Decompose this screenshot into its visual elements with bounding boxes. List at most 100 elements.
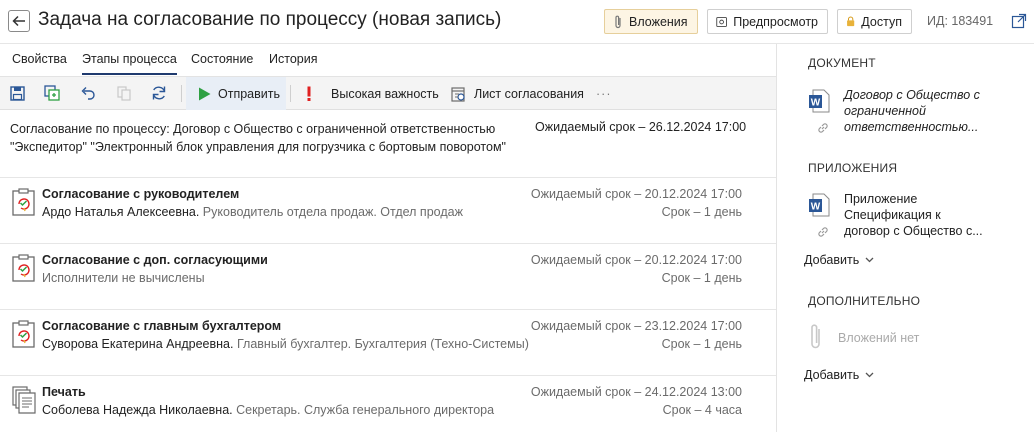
chevron-down-icon — [865, 257, 874, 263]
add-additional-button[interactable]: Добавить — [804, 368, 874, 382]
refresh-button[interactable] — [150, 84, 168, 102]
high-importance-label: Высокая важность — [331, 86, 439, 101]
summary-expected-due: Ожидаемый срок – 26.12.2024 17:00 — [535, 120, 747, 134]
print-documents-icon — [12, 386, 36, 414]
stage-assignee: Исполнители не вычислены — [42, 271, 205, 285]
undo-button[interactable] — [79, 84, 97, 102]
tab-state[interactable]: Состояние — [191, 52, 253, 66]
open-in-new-window-icon[interactable] — [1011, 13, 1027, 29]
summary-text-line1: Согласование по процессу: Договор с Обще… — [10, 122, 496, 136]
stage-term: Срок – 1 день — [661, 205, 742, 219]
link-icon — [818, 123, 828, 133]
tab-history[interactable]: История — [269, 52, 317, 66]
tab-properties[interactable]: Свойства — [12, 52, 67, 66]
approval-icon — [12, 188, 35, 216]
attachments-button[interactable]: Вложения — [604, 9, 698, 34]
stage-term: Срок – 4 часа — [662, 403, 742, 417]
save-copy-icon — [44, 85, 60, 101]
additional-section-heading: ДОПОЛНИТЕЛЬНО — [808, 294, 921, 308]
side-panel: ДОКУМЕНТ W Договор с Общество с ограниче… — [777, 44, 1034, 432]
attachment-title-line: Спецификация к — [844, 208, 941, 222]
assignee-name: Суворова Екатерина Андреевна. — [42, 337, 234, 351]
chevron-down-icon — [865, 372, 874, 378]
access-button[interactable]: Доступ — [837, 9, 912, 34]
save-button[interactable] — [8, 84, 26, 102]
document-title-line: Договор с Общество с — [844, 88, 980, 102]
refresh-icon — [152, 86, 166, 100]
divider — [0, 177, 776, 178]
preview-label: Предпросмотр — [733, 14, 818, 29]
no-attachments-text: Вложений нет — [838, 331, 920, 345]
attachments-section-heading: ПРИЛОЖЕНИЯ — [808, 161, 898, 175]
stage-row[interactable]: Согласование с руководителем Ардо Наталь… — [0, 180, 776, 240]
stage-expected-due: Ожидаемый срок – 23.12.2024 17:00 — [530, 319, 742, 333]
assignee-name: Ардо Наталья Алексеевна. — [42, 205, 200, 219]
divider — [0, 243, 776, 244]
document-title-line: ограниченной — [844, 104, 926, 118]
toolbar-divider — [290, 85, 291, 102]
word-document-icon: W — [809, 89, 830, 113]
svg-text:W: W — [811, 202, 821, 213]
assignee-name: Соболева Надежда Николаевна. — [42, 403, 233, 417]
copy-button[interactable] — [115, 84, 133, 102]
approval-sheet-icon — [451, 86, 465, 102]
divider — [0, 309, 776, 310]
approval-sheet-label: Лист согласования — [474, 86, 584, 101]
document-section-heading: ДОКУМЕНТ — [808, 56, 876, 70]
save-and-close-button[interactable] — [43, 84, 61, 102]
stage-title: Согласование с доп. согласующими — [42, 253, 268, 267]
assignee-role: Главный бухгалтер. Бухгалтерия (Техно-Си… — [233, 337, 529, 351]
approval-icon — [12, 254, 35, 282]
attachment-title-line: Приложение — [844, 192, 918, 206]
word-document-icon: W — [809, 193, 830, 217]
preview-button[interactable]: Предпросмотр — [707, 9, 828, 34]
attachment-document[interactable]: W Приложение Спецификация к договор с Об… — [808, 191, 1023, 241]
stage-row[interactable]: Согласование с главным бухгалтером Сувор… — [0, 312, 776, 372]
send-button[interactable]: Отправить — [186, 77, 286, 110]
stage-assignee: Ардо Наталья Алексеевна. Руководитель от… — [42, 205, 463, 219]
stage-title: Согласование с главным бухгалтером — [42, 319, 282, 333]
stage-assignee: Суворова Екатерина Андреевна. Главный бу… — [42, 337, 529, 351]
svg-text:W: W — [811, 98, 821, 109]
stage-expected-due: Ожидаемый срок – 20.12.2024 17:00 — [530, 253, 742, 267]
approval-sheet-button[interactable]: Лист согласования — [451, 77, 584, 110]
assignee-role: Исполнители не вычислены — [42, 271, 205, 285]
stage-expected-due: Ожидаемый срок – 24.12.2024 13:00 — [530, 385, 742, 399]
play-icon — [199, 87, 211, 100]
attachment-title: Приложение Спецификация к договор с Обще… — [844, 191, 1019, 239]
send-label: Отправить — [218, 86, 280, 101]
access-label: Доступ — [861, 14, 902, 29]
high-importance-button[interactable]: Высокая важность — [306, 77, 439, 110]
arrow-left-icon — [12, 15, 25, 27]
record-id: ИД: 183491 — [927, 14, 994, 28]
paperclip-icon — [811, 324, 820, 349]
main-document[interactable]: W Договор с Общество с ограниченной отве… — [808, 87, 1023, 137]
summary-text-line2: "Экспедитор" "Электронный блок управлени… — [10, 140, 506, 154]
preview-icon — [716, 16, 727, 27]
tab-bar: Свойства Этапы процесса Состояние Истори… — [0, 44, 776, 77]
add-label: Добавить — [804, 253, 860, 267]
page-title: Задача на согласование по процессу (нова… — [38, 9, 502, 30]
stage-assignee: Соболева Надежда Николаевна. Секретарь. … — [42, 403, 494, 417]
approval-icon — [12, 320, 35, 348]
assignee-role: Секретарь. Служба генерального директора — [232, 403, 495, 417]
save-icon — [9, 85, 25, 101]
paperclip-icon — [615, 15, 621, 28]
add-attachment-button[interactable]: Добавить — [804, 253, 874, 267]
link-icon — [818, 227, 828, 237]
back-button[interactable] — [8, 10, 30, 32]
tab-process-stages[interactable]: Этапы процесса — [82, 52, 177, 75]
add-label: Добавить — [804, 368, 860, 382]
stage-row[interactable]: Согласование с доп. согласующими Исполни… — [0, 246, 776, 306]
stage-expected-due: Ожидаемый срок – 20.12.2024 17:00 — [530, 187, 742, 201]
toolbar: Отправить Высокая важность Лист согласов… — [0, 77, 776, 110]
stage-row[interactable]: Печать Соболева Надежда Николаевна. Секр… — [0, 378, 776, 432]
process-summary: Согласование по процессу: Договор с Обще… — [10, 120, 530, 156]
stage-term: Срок – 1 день — [661, 271, 742, 285]
copy-icon — [117, 85, 131, 101]
attachment-title-line: договор с Общество с... — [844, 224, 983, 238]
main-document-title: Договор с Общество с ограниченной ответс… — [844, 87, 1019, 135]
toolbar-divider — [181, 85, 182, 102]
more-button[interactable]: ··· — [596, 77, 612, 110]
exclamation-icon — [307, 86, 311, 101]
